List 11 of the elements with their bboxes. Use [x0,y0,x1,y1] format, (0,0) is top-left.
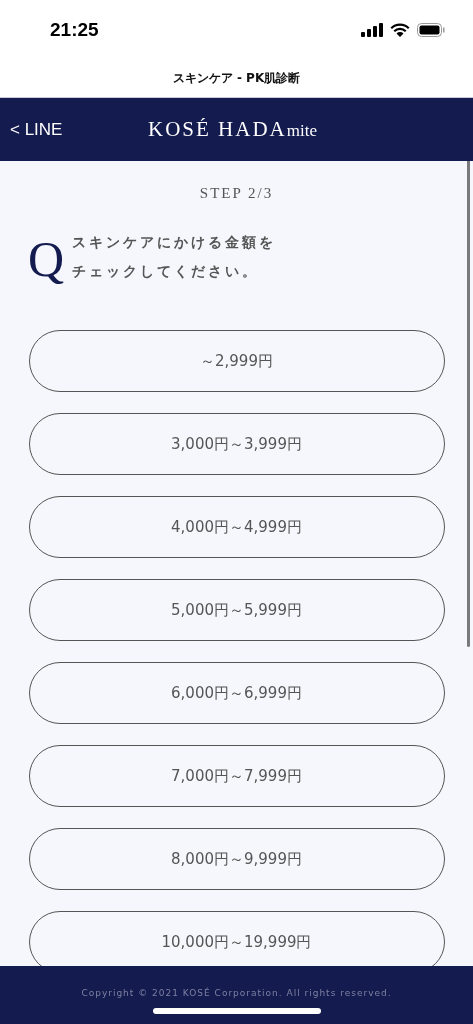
question-mark: Q [28,234,65,284]
status-time: 21:25 [50,19,99,41]
page-title: スキンケア - PK肌診断 [172,70,301,87]
question-text: スキンケアにかける金額を チェックしてください。 [72,233,277,281]
signal-icon [361,23,383,37]
brand-logo: KOSÉ HADAmite [148,117,317,142]
back-link[interactable]: < LINE [10,119,120,140]
battery-icon [417,23,445,37]
step-indicator: STEP 2/3 [199,185,274,202]
copyright-text: Copyright © 2021 KOSÉ Corporation. All rights reserved. [81,988,392,998]
wifi-icon [390,23,410,37]
